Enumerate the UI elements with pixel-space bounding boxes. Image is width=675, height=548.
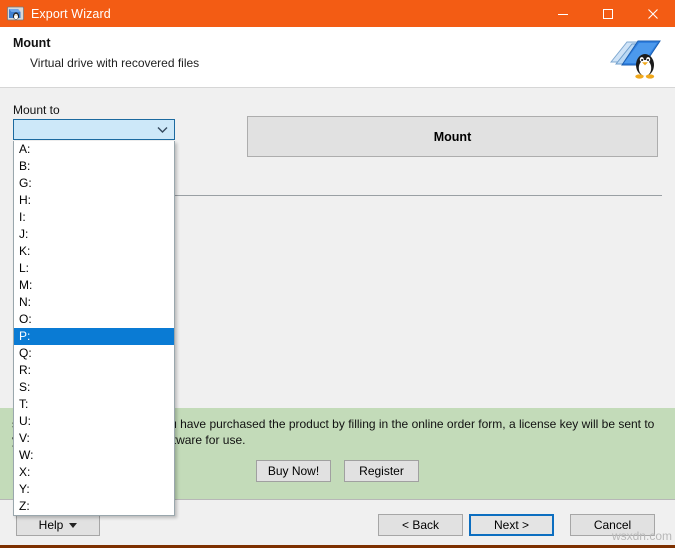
minimize-icon[interactable]: [540, 0, 585, 27]
dropdown-item[interactable]: Z:: [14, 498, 174, 515]
dropdown-item[interactable]: X:: [14, 464, 174, 481]
mount-to-combobox[interactable]: [13, 119, 175, 140]
app-penguin-disk-icon: [7, 5, 24, 22]
page-title: Mount: [13, 36, 50, 50]
main-panel: Mount to A:B:G:H:I:J:K:L:M:N:O:P:Q:R:S:T…: [0, 88, 675, 408]
dropdown-item[interactable]: O:: [14, 311, 174, 328]
chevron-down-icon: [156, 123, 169, 137]
dropdown-item[interactable]: H:: [14, 192, 174, 209]
mount-button[interactable]: Mount: [247, 116, 658, 157]
next-button[interactable]: Next >: [469, 514, 554, 536]
window-controls: [540, 0, 675, 27]
close-icon[interactable]: [630, 0, 675, 27]
penguin-disk-icon: [607, 32, 663, 82]
window-title: Export Wizard: [31, 7, 111, 21]
dropdown-item[interactable]: K:: [14, 243, 174, 260]
mount-to-label: Mount to: [13, 103, 60, 117]
dropdown-item[interactable]: I:: [14, 209, 174, 226]
register-button[interactable]: Register: [344, 460, 419, 482]
dropdown-item[interactable]: U:: [14, 413, 174, 430]
dropdown-item[interactable]: J:: [14, 226, 174, 243]
dropdown-item[interactable]: V:: [14, 430, 174, 447]
dropdown-item[interactable]: Y:: [14, 481, 174, 498]
dropdown-item[interactable]: P:: [14, 328, 174, 345]
caret-down-icon: [69, 523, 77, 528]
back-button[interactable]: < Back: [378, 514, 463, 536]
page-subtitle: Virtual drive with recovered files: [30, 56, 199, 70]
dropdown-item[interactable]: T:: [14, 396, 174, 413]
dropdown-item[interactable]: R:: [14, 362, 174, 379]
dropdown-item[interactable]: S:: [14, 379, 174, 396]
dropdown-item[interactable]: N:: [14, 294, 174, 311]
maximize-icon[interactable]: [585, 0, 630, 27]
dropdown-item[interactable]: M:: [14, 277, 174, 294]
dropdown-item[interactable]: B:: [14, 158, 174, 175]
title-bar: Export Wizard: [0, 0, 675, 27]
dropdown-item[interactable]: L:: [14, 260, 174, 277]
wizard-header: Mount Virtual drive with recovered files: [0, 27, 675, 88]
dropdown-item[interactable]: A:: [14, 141, 174, 158]
export-wizard-window: Export Wizard Mount Virtual dri: [0, 0, 675, 548]
dropdown-item[interactable]: W:: [14, 447, 174, 464]
help-button[interactable]: Help: [16, 514, 100, 536]
watermark: wsxdn.com: [612, 529, 672, 543]
mount-to-dropdown-list[interactable]: A:B:G:H:I:J:K:L:M:N:O:P:Q:R:S:T:U:V:W:X:…: [13, 141, 175, 516]
dropdown-item[interactable]: Q:: [14, 345, 174, 362]
buy-now-button[interactable]: Buy Now!: [256, 460, 331, 482]
help-button-label: Help: [39, 518, 64, 532]
dropdown-item[interactable]: G:: [14, 175, 174, 192]
